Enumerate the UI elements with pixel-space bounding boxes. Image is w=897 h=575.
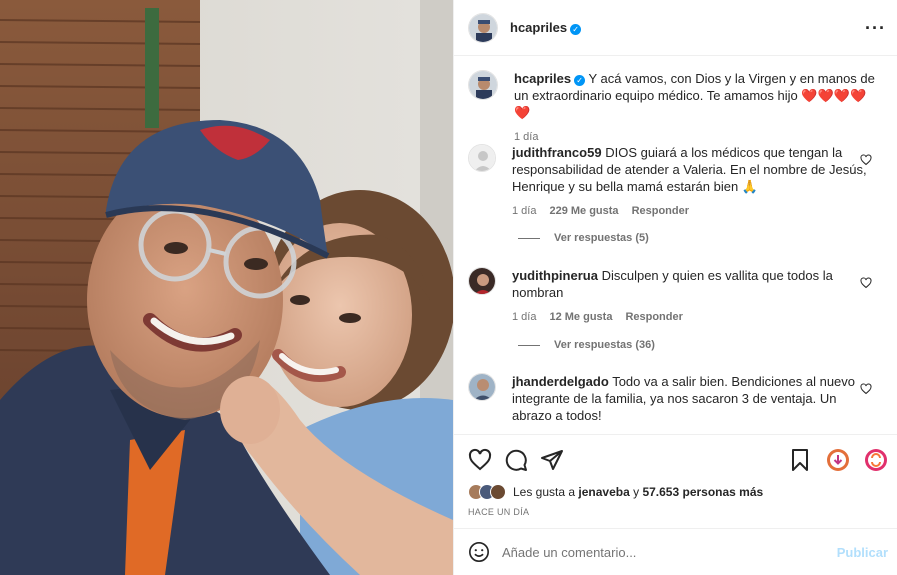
- comment-likes[interactable]: 229 Me gusta: [549, 203, 618, 220]
- like-heart-icon[interactable]: [468, 448, 492, 472]
- view-replies-button[interactable]: Ver respuestas (36): [518, 339, 655, 351]
- author-username-text[interactable]: hcapriles: [510, 20, 567, 35]
- post-caption: hcapriles ✓ Y acá vamos, con Dios y la Vi…: [468, 70, 878, 146]
- commenter-avatar[interactable]: [468, 373, 496, 401]
- couple-selfie-image: [0, 0, 453, 575]
- publish-button[interactable]: Publicar: [837, 545, 888, 560]
- reply-button[interactable]: Responder: [625, 309, 682, 326]
- share-paper-plane-icon[interactable]: [540, 448, 564, 472]
- like-comment-heart-icon[interactable]: [860, 277, 872, 289]
- likes-user[interactable]: jenaveba: [578, 485, 629, 499]
- download-extension-icon[interactable]: [826, 448, 850, 472]
- view-replies-button[interactable]: Ver respuestas (5): [518, 232, 649, 244]
- comment-likes[interactable]: 12 Me gusta: [549, 309, 612, 326]
- commenter-avatar[interactable]: [468, 267, 496, 295]
- caption-username[interactable]: hcapriles: [514, 71, 571, 86]
- post-header: hcapriles ✓ ···: [454, 0, 897, 56]
- author-avatar[interactable]: [468, 12, 498, 43]
- likes-prefix: Les gusta a: [513, 485, 576, 499]
- emoji-icon[interactable]: [468, 541, 490, 563]
- comment-username[interactable]: jhanderdelgado: [512, 374, 609, 389]
- post-details-panel: hcapriles ✓ ··· hcapriles ✓ Y acá vamos, c…: [453, 0, 897, 575]
- comment-item: jhanderdelgado Todo va a salir bien. Ben…: [468, 373, 878, 424]
- likes-count[interactable]: 57.653 personas más: [642, 485, 763, 499]
- comment-bubble-icon[interactable]: [504, 448, 528, 472]
- view-replies-label[interactable]: Ver respuestas (36): [554, 339, 655, 351]
- repost-extension-icon[interactable]: [864, 448, 888, 472]
- divider: [518, 344, 540, 346]
- instagram-post-dialog: hcapriles ✓ ··· hcapriles ✓ Y acá vamos, c…: [0, 0, 897, 575]
- divider: [518, 237, 540, 239]
- action-bar: [454, 434, 897, 484]
- likers-avatars[interactable]: [468, 484, 506, 500]
- comment-time[interactable]: 1 día: [512, 309, 536, 326]
- post-timestamp[interactable]: HACE UN DÍA: [468, 507, 529, 517]
- save-bookmark-icon[interactable]: [788, 448, 812, 472]
- comment-username[interactable]: yudithpinerua: [512, 268, 598, 283]
- verified-badge-icon: ✓: [574, 75, 586, 86]
- more-options-icon[interactable]: ···: [865, 18, 886, 39]
- view-replies-label[interactable]: Ver respuestas (5): [554, 232, 649, 244]
- comment-item: yudithpinerua Disculpen y quien es valli…: [468, 267, 878, 326]
- caption-avatar[interactable]: [468, 70, 498, 100]
- liker-avatar: [490, 484, 506, 500]
- verified-badge-icon: ✓: [570, 24, 582, 35]
- comment-username[interactable]: judithfranco59: [512, 145, 602, 160]
- author-username[interactable]: hcapriles ✓: [510, 20, 582, 35]
- comment-time[interactable]: 1 día: [512, 203, 536, 220]
- post-photo: [0, 0, 453, 575]
- like-comment-heart-icon[interactable]: [860, 383, 872, 395]
- comment-input[interactable]: [502, 544, 822, 560]
- commenter-avatar[interactable]: [468, 144, 496, 172]
- comment-item: judithfranco59 DIOS guiará a los médicos…: [468, 144, 878, 220]
- likes-summary: Les gusta a jenaveba y 57.653 personas m…: [468, 484, 763, 500]
- add-comment-bar: Publicar: [454, 528, 897, 575]
- like-comment-heart-icon[interactable]: [860, 154, 872, 166]
- comments-section: hcapriles ✓ Y acá vamos, con Dios y la Vi…: [454, 57, 897, 433]
- likes-joiner: y: [633, 485, 640, 499]
- reply-button[interactable]: Responder: [632, 203, 689, 220]
